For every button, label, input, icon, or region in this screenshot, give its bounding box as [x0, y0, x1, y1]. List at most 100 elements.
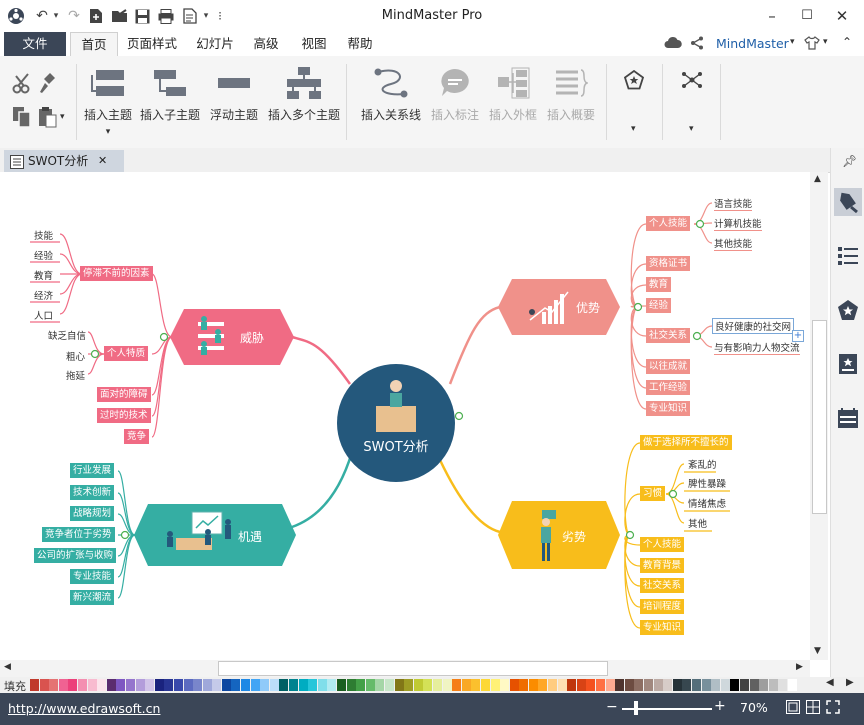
color-swatch[interactable]: [125, 679, 135, 691]
strength-item[interactable]: 工作经验: [646, 380, 691, 395]
weakness-detail[interactable]: 其他: [688, 516, 707, 530]
color-swatch[interactable]: [346, 679, 356, 691]
mindmap-canvas[interactable]: SWOT分析 威胁 优势 机遇 劣势 停滞不前的因素 个人特质 面对的障碍 过时…: [0, 172, 810, 660]
strength-item[interactable]: 教育: [646, 277, 672, 292]
color-swatch[interactable]: [58, 679, 68, 691]
insert-multiple-button[interactable]: 插入多个主题: [266, 64, 342, 123]
color-swatch[interactable]: [768, 679, 778, 691]
color-scroll-right-icon[interactable]: ▶: [846, 677, 854, 688]
color-swatch[interactable]: [298, 679, 308, 691]
color-swatch[interactable]: [193, 679, 203, 691]
insert-relation-button[interactable]: 插入关系线: [358, 64, 424, 123]
threat-item[interactable]: 过时的技术: [97, 408, 151, 423]
threat-detail[interactable]: 经济: [34, 288, 53, 302]
account-name[interactable]: MindMaster: [716, 36, 789, 51]
tab-home[interactable]: 首页: [70, 32, 118, 57]
minimize-button[interactable]: –: [758, 6, 786, 26]
account-dropdown-icon[interactable]: ▾: [790, 37, 795, 47]
threat-item[interactable]: 个人特质: [104, 346, 149, 361]
vertical-scrollbar[interactable]: ▲ ▼: [810, 172, 828, 660]
color-swatch[interactable]: [615, 679, 625, 691]
close-button[interactable]: ✕: [828, 6, 856, 26]
cloud-icon[interactable]: [664, 36, 682, 53]
theme-dropdown-icon[interactable]: ▾: [823, 37, 828, 47]
strength-item[interactable]: 资格证书: [646, 256, 691, 271]
color-swatch[interactable]: [279, 679, 289, 691]
opportunity-item[interactable]: 专业技能: [70, 569, 115, 584]
color-swatch[interactable]: [260, 679, 270, 691]
color-swatch[interactable]: [605, 679, 615, 691]
weakness-detail[interactable]: 脾性暴躁: [688, 476, 726, 490]
threat-detail[interactable]: 人口: [34, 308, 53, 322]
weakness-topic[interactable]: 劣势: [562, 528, 586, 545]
weakness-item[interactable]: 做于选择所不擅长的: [640, 435, 732, 450]
color-swatch[interactable]: [241, 679, 251, 691]
color-swatch[interactable]: [173, 679, 183, 691]
fit-width-icon[interactable]: [806, 700, 820, 717]
color-swatch[interactable]: [596, 679, 606, 691]
color-swatch[interactable]: [250, 679, 260, 691]
color-swatch[interactable]: [442, 679, 452, 691]
color-swatch[interactable]: [672, 679, 682, 691]
clipart-icon[interactable]: [620, 68, 648, 92]
weakness-item[interactable]: 培训程度: [640, 599, 685, 614]
horizontal-scrollbar[interactable]: ◀ ▶: [0, 660, 810, 677]
vertical-scroll-thumb[interactable]: [812, 320, 827, 514]
zoom-in-button[interactable]: +: [714, 698, 726, 714]
center-topic[interactable]: SWOT分析: [350, 436, 442, 455]
strength-item[interactable]: 专业知识: [646, 401, 691, 416]
color-swatch[interactable]: [739, 679, 749, 691]
paste-dropdown-icon[interactable]: ▾: [60, 112, 65, 122]
clipart-panel-icon[interactable]: [834, 296, 862, 324]
weakness-item[interactable]: 个人技能: [640, 537, 685, 552]
strength-detail-selected[interactable]: 良好健康的社交网: [712, 318, 795, 334]
opportunity-topic[interactable]: 机遇: [238, 528, 262, 545]
color-swatch[interactable]: [548, 679, 558, 691]
color-swatch[interactable]: [202, 679, 212, 691]
color-scroll-left-icon[interactable]: ◀: [826, 677, 834, 688]
floating-topic-button[interactable]: 浮动主题: [206, 64, 262, 123]
tab-view[interactable]: 视图: [294, 32, 334, 56]
customize-toolbar-icon[interactable]: ⁝: [210, 6, 230, 26]
pin-icon[interactable]: 📌︎: [842, 154, 857, 168]
color-swatch[interactable]: [289, 679, 299, 691]
fit-page-icon[interactable]: [786, 700, 800, 717]
paste-icon[interactable]: [38, 106, 58, 131]
threat-item[interactable]: 停滞不前的因素: [80, 266, 153, 281]
color-swatch[interactable]: [68, 679, 78, 691]
color-swatch[interactable]: [557, 679, 567, 691]
color-swatch[interactable]: [701, 679, 711, 691]
threat-detail[interactable]: 拖延: [66, 368, 85, 382]
zoom-out-button[interactable]: −: [606, 699, 618, 715]
strength-detail[interactable]: 其他技能: [714, 236, 753, 251]
collapse-ribbon-icon[interactable]: ⌃: [842, 35, 852, 49]
weakness-item[interactable]: 教育背景: [640, 558, 685, 573]
color-swatch[interactable]: [749, 679, 759, 691]
color-swatch[interactable]: [106, 679, 116, 691]
threat-item[interactable]: 面对的障碍: [97, 387, 151, 402]
color-swatch[interactable]: [711, 679, 721, 691]
color-swatch[interactable]: [471, 679, 481, 691]
strength-detail[interactable]: 与有影响力人物交流: [714, 340, 800, 355]
app-logo-icon[interactable]: [6, 6, 26, 26]
color-swatch[interactable]: [634, 679, 644, 691]
strength-item[interactable]: 社交关系: [646, 328, 691, 343]
strength-detail[interactable]: 语言技能: [714, 196, 753, 211]
color-swatch[interactable]: [624, 679, 634, 691]
color-swatch[interactable]: [452, 679, 462, 691]
copy-icon[interactable]: [12, 106, 32, 131]
color-swatch[interactable]: [154, 679, 164, 691]
threat-detail[interactable]: 粗心: [66, 349, 85, 363]
color-swatch[interactable]: [356, 679, 366, 691]
opportunity-item[interactable]: 行业发展: [70, 463, 115, 478]
insert-callout-button[interactable]: 插入标注: [428, 64, 482, 123]
tab-file[interactable]: 文件: [4, 32, 66, 56]
strength-item[interactable]: 经验: [646, 298, 672, 313]
weakness-detail[interactable]: 紊乱的: [688, 457, 717, 471]
website-link[interactable]: http://www.edrawsoft.cn: [8, 701, 160, 716]
clipart-dropdown-icon[interactable]: ▾: [631, 124, 636, 134]
color-swatch[interactable]: [509, 679, 519, 691]
threat-detail[interactable]: 经验: [34, 248, 53, 262]
insert-summary-button[interactable]: 插入概要: [544, 64, 598, 123]
color-swatch[interactable]: [135, 679, 145, 691]
